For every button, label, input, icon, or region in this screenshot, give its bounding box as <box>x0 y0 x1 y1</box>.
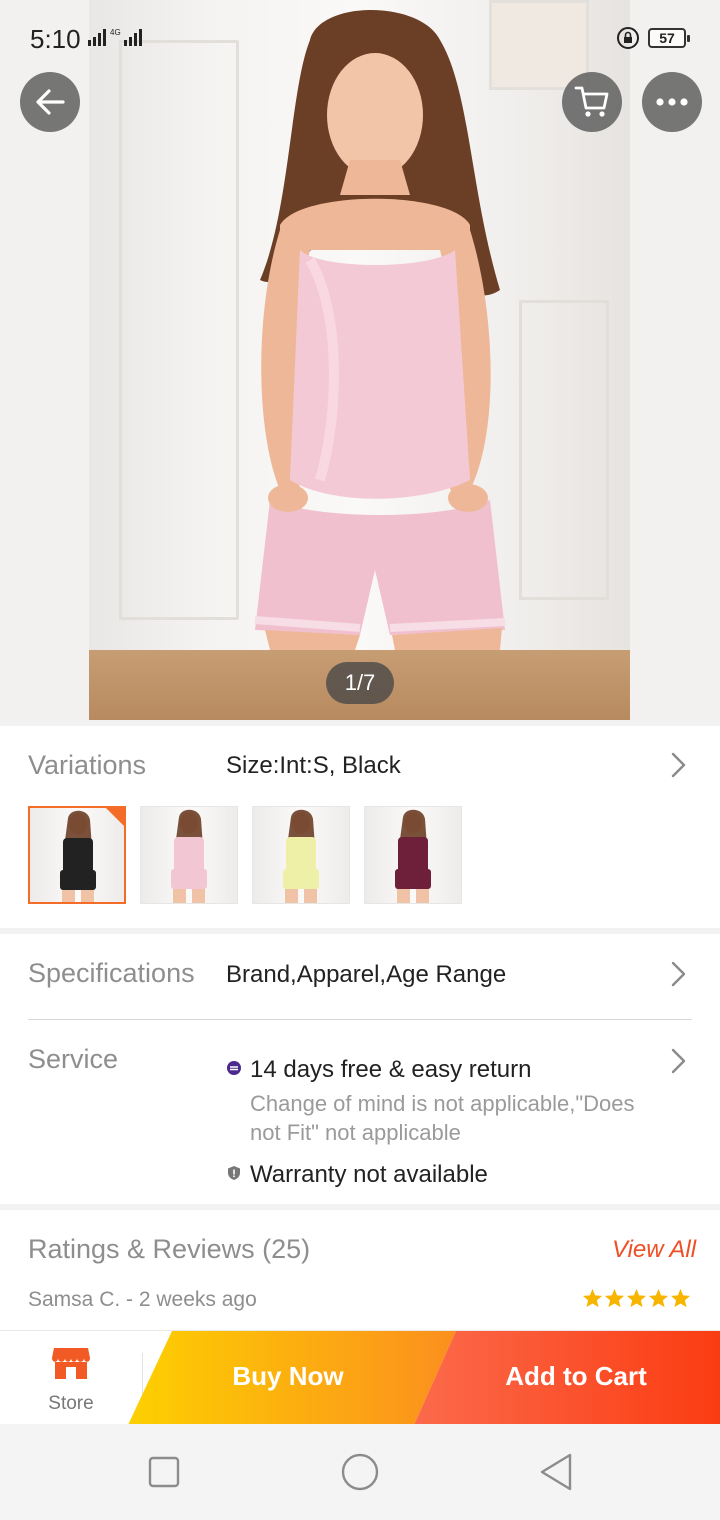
store-button[interactable]: Store <box>0 1331 142 1425</box>
star-icon <box>648 1288 669 1308</box>
selected-corner-marker <box>106 808 124 826</box>
home-icon[interactable] <box>340 1452 380 1492</box>
return-policy-note-line1: Change of mind is not applicable,"Does <box>250 1091 635 1116</box>
thumb-model-image <box>283 809 319 903</box>
store-label: Store <box>48 1393 94 1414</box>
reviewer-meta: Samsa C. - 2 weeks ago <box>28 1288 257 1311</box>
system-navigation-bar <box>0 1424 720 1520</box>
recent-apps-icon[interactable] <box>148 1456 180 1488</box>
thumb-model-image <box>395 809 431 903</box>
star-icon <box>604 1288 625 1308</box>
shield-icon <box>228 1166 240 1180</box>
chevron-right-icon <box>671 752 686 778</box>
variation-thumbnails <box>28 806 462 904</box>
return-policy-title: 14 days free & easy return <box>250 1056 532 1083</box>
arrow-left-icon <box>36 89 65 115</box>
back-nav-icon[interactable] <box>538 1452 574 1492</box>
back-button[interactable] <box>20 72 80 132</box>
bottom-action-bar: Store Buy Now Add to Cart <box>0 1330 720 1425</box>
variation-thumb-pink[interactable] <box>140 806 238 904</box>
cart-button[interactable] <box>562 72 622 132</box>
return-icon <box>227 1061 241 1075</box>
specifications-section[interactable]: Specifications Brand,Apparel,Age Range <box>0 934 720 1016</box>
more-options-button[interactable] <box>642 72 702 132</box>
more-dots-icon <box>656 98 688 106</box>
variation-thumb-burgundy[interactable] <box>364 806 462 904</box>
divider <box>28 1019 692 1020</box>
chevron-right-icon <box>671 961 686 987</box>
ratings-section: Ratings & Reviews (25) <box>0 1210 720 1330</box>
status-time: 5:10 <box>30 24 81 54</box>
cart-icon <box>574 86 609 117</box>
return-policy-note-line2: not Fit" not applicable <box>250 1120 461 1145</box>
review-stars <box>582 1288 691 1308</box>
variations-label: Variations <box>28 750 147 780</box>
battery-indicator: 57 <box>648 28 690 48</box>
star-icon <box>582 1288 603 1308</box>
chevron-right-icon <box>671 1048 686 1074</box>
add-to-cart-button[interactable]: Add to Cart <box>440 1361 712 1392</box>
warranty-text: Warranty not available <box>250 1161 488 1188</box>
variation-thumb-yellow[interactable] <box>252 806 350 904</box>
service-section[interactable]: Service 14 days free & easy return Chang… <box>0 1016 720 1204</box>
variation-thumb-black[interactable] <box>28 806 126 904</box>
ratings-title: Ratings & Reviews (25) <box>28 1234 311 1264</box>
star-icon <box>626 1288 647 1308</box>
variations-value: Size:Int:S, Black <box>226 752 401 779</box>
specifications-value: Brand,Apparel,Age Range <box>226 961 507 988</box>
product-image-carousel[interactable]: 1/7 <box>0 0 720 720</box>
service-label: Service <box>28 1044 119 1074</box>
rotation-lock-icon <box>617 27 639 49</box>
model-figure <box>254 10 506 650</box>
image-pager-indicator: 1/7 <box>326 662 394 704</box>
signal-icon: 4G <box>88 28 142 46</box>
network-type: 4G <box>110 28 121 37</box>
thumb-model-image <box>171 809 207 903</box>
status-bar: 5:10 4G 57 <box>0 0 720 76</box>
star-icon <box>670 1288 691 1308</box>
specifications-label: Specifications <box>28 958 195 988</box>
store-icon <box>52 1348 90 1379</box>
view-all-reviews-link[interactable]: View All <box>612 1236 696 1264</box>
buy-now-button[interactable]: Buy Now <box>178 1361 398 1392</box>
